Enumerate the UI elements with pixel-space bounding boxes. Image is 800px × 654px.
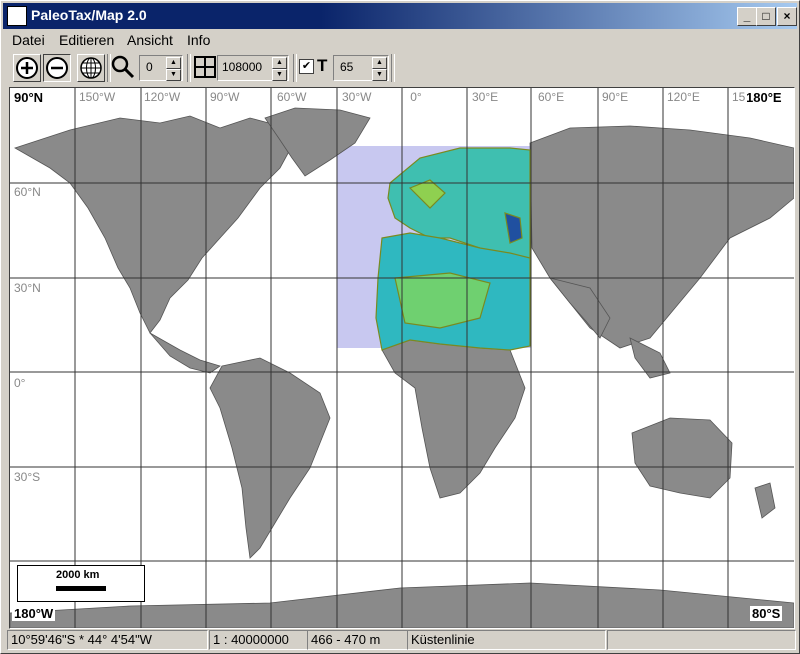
- text-size-spinner[interactable]: 65 ▲ ▼: [333, 55, 389, 81]
- lat-label: 0°: [12, 376, 28, 390]
- scale-bar-line: [56, 586, 106, 591]
- text-down-button[interactable]: ▼: [372, 69, 387, 81]
- menu-ansicht[interactable]: Ansicht: [127, 32, 173, 48]
- menu-info[interactable]: Info: [187, 32, 210, 48]
- toolbar: 0 ▲ ▼ 108000 ▲ ▼ ✔ T 65 ▲ ▼: [3, 52, 797, 84]
- grid-spacing-spinner[interactable]: 108000 ▲ ▼: [217, 55, 289, 81]
- app-icon: [7, 6, 27, 26]
- status-coordinates: 10°59'46"S * 44° 4'54"W: [7, 630, 208, 650]
- status-layer: Küstenlinie: [407, 630, 606, 650]
- close-button[interactable]: ×: [777, 7, 797, 26]
- corner-label-bottom-left: 180°W: [12, 606, 56, 621]
- zoom-down-button[interactable]: ▼: [166, 69, 181, 81]
- scale-bar-label: 2000 km: [56, 569, 100, 581]
- world-view-button[interactable]: [77, 54, 105, 82]
- zoom-in-icon: [16, 57, 38, 79]
- lon-label: 15: [730, 90, 748, 104]
- text-up-button[interactable]: ▲: [372, 57, 387, 69]
- minimize-button[interactable]: _: [737, 7, 757, 26]
- zoom-up-button[interactable]: ▲: [166, 57, 181, 69]
- lon-label: 150°W: [77, 90, 118, 104]
- status-elevation: 466 - 470 m: [307, 630, 408, 650]
- world-map[interactable]: 90°N 180°E 180°W 80°S 150°W 120°W 90°W 6…: [9, 87, 795, 629]
- magnifier-icon: [111, 54, 135, 80]
- app-window: PaleoTax/Map 2.0 _ □ × Datei Editieren A…: [0, 0, 800, 654]
- lon-label: 90°W: [208, 90, 242, 104]
- grid-down-button[interactable]: ▼: [272, 69, 287, 81]
- lon-label: 30°E: [470, 90, 501, 104]
- maximize-button[interactable]: □: [756, 7, 776, 26]
- grid-spacing-value: 108000: [222, 60, 263, 74]
- lon-label: 30°W: [340, 90, 374, 104]
- lat-label: 60°N: [12, 185, 43, 199]
- lon-label: 120°E: [665, 90, 702, 104]
- text-toggle-checkbox[interactable]: ✔: [299, 59, 314, 74]
- text-icon: T: [317, 56, 328, 75]
- grid-icon[interactable]: [193, 54, 217, 80]
- menu-bar: Datei Editieren Ansicht Info: [3, 31, 797, 51]
- lat-label: 30°N: [12, 281, 43, 295]
- corner-label-top-right: 180°E: [744, 90, 784, 105]
- lon-label: 0°: [405, 90, 427, 104]
- status-empty: [607, 630, 796, 650]
- zoom-level-value: 0: [146, 60, 153, 74]
- zoom-out-button[interactable]: [43, 54, 71, 82]
- map-canvas[interactable]: [10, 88, 794, 628]
- zoom-out-icon: [46, 57, 68, 79]
- title-bar[interactable]: PaleoTax/Map 2.0 _ □ ×: [3, 3, 797, 29]
- corner-label-top-left: 90°N: [12, 90, 46, 105]
- grid-up-button[interactable]: ▲: [272, 57, 287, 69]
- lon-label: 60°E: [536, 90, 567, 104]
- menu-editieren[interactable]: Editieren: [59, 32, 114, 48]
- scale-bar: 2000 km: [17, 565, 145, 602]
- corner-label-bottom-right: 80°S: [750, 606, 783, 621]
- status-bar: 10°59'46"S * 44° 4'54"W 1 : 40000000 466…: [3, 629, 797, 651]
- globe-icon: [80, 57, 102, 79]
- lat-label: 30°S: [12, 470, 43, 484]
- status-scale: 1 : 40000000: [209, 630, 308, 650]
- lon-label: 60°W: [275, 90, 309, 104]
- zoom-level-spinner[interactable]: 0 ▲ ▼: [139, 55, 183, 81]
- lon-label: 120°W: [142, 90, 183, 104]
- lon-label: 90°E: [600, 90, 631, 104]
- zoom-in-button[interactable]: [13, 54, 41, 82]
- menu-datei[interactable]: Datei: [12, 32, 45, 48]
- text-size-value: 65: [340, 60, 354, 74]
- window-title: PaleoTax/Map 2.0: [31, 7, 147, 23]
